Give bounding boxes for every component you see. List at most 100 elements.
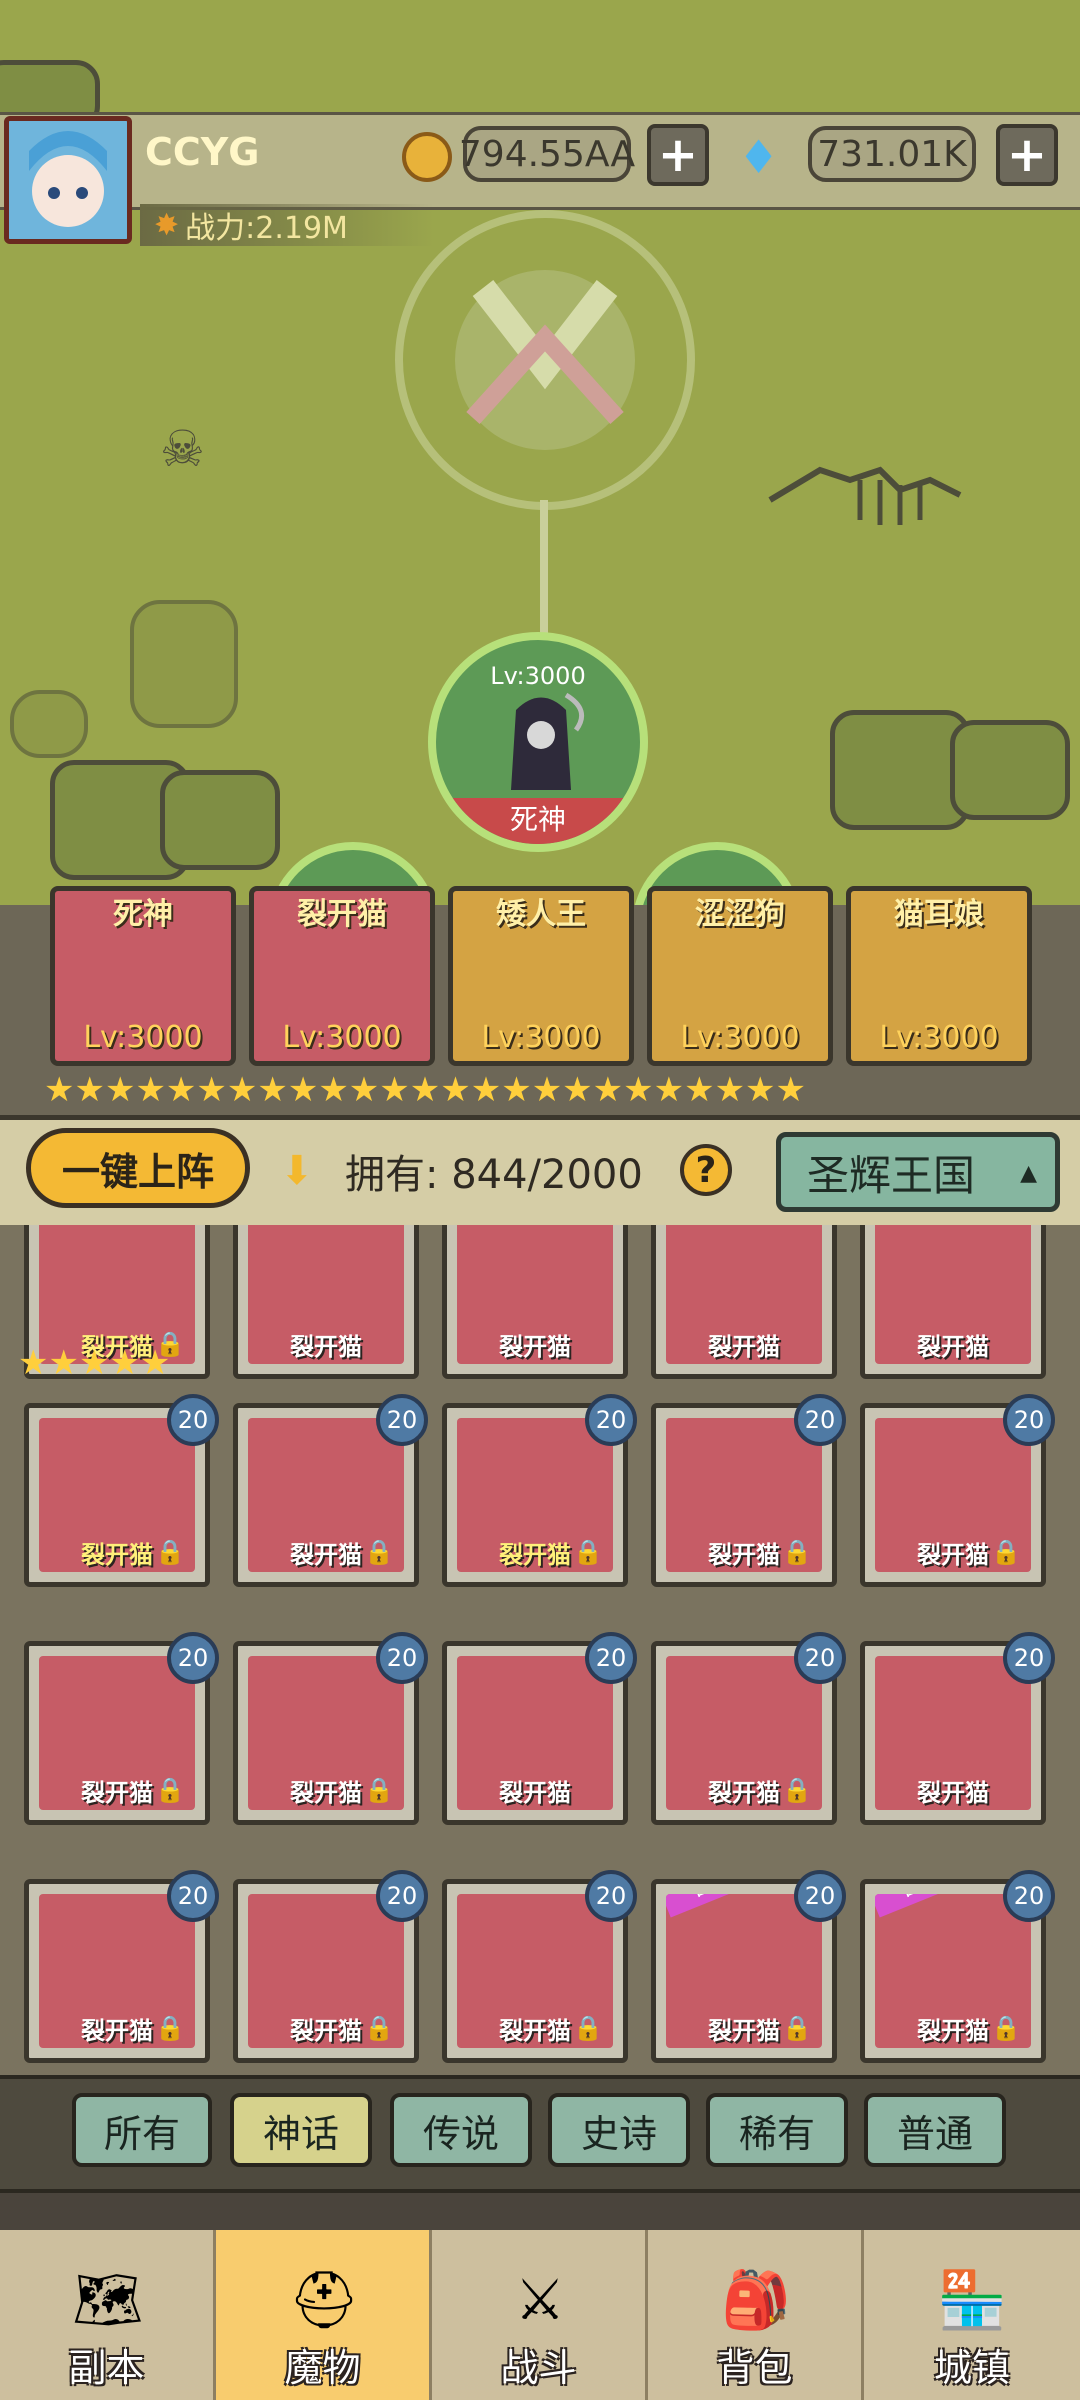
count-badge: 20 [794, 1632, 846, 1684]
add-gold-button[interactable]: + [647, 124, 709, 186]
power-icon: ✸ [154, 207, 180, 243]
filter-tab-epic[interactable]: 史诗 [548, 2093, 690, 2167]
nav-label: 魔物 [284, 2346, 361, 2390]
owned-label: 拥有: [345, 1152, 439, 1198]
monster-card[interactable]: 裂开猫 🔒 20 [860, 1394, 1055, 1587]
count-badge: 20 [167, 1394, 219, 1446]
squad-slot-level: Lv:3000 [481, 1020, 601, 1055]
lock-icon: 🔒 [155, 1776, 185, 1804]
one-key-deploy-button[interactable]: 一键上阵 [26, 1128, 250, 1208]
nav-town[interactable]: 🏪 城镇 [864, 2230, 1080, 2400]
reaper-portrait-icon [496, 690, 586, 800]
gold-coin-icon [402, 132, 452, 182]
card-name: 裂开猫 [708, 1333, 780, 1361]
caret-up-icon: ▲ [1020, 1161, 1037, 1186]
count-badge: 20 [1003, 1870, 1055, 1922]
lock-icon: 🔒 [364, 1776, 394, 1804]
lock-icon: 🔒 [782, 2014, 812, 2042]
owned-count: 拥有: 844/2000 [345, 1142, 643, 1200]
kingdom-select[interactable]: 圣辉王国 ▲ [776, 1132, 1060, 1212]
count-badge: 20 [376, 1870, 428, 1922]
count-badge: 20 [1003, 1394, 1055, 1446]
nav-monsters[interactable]: ⛑ 魔物 [216, 2230, 432, 2400]
lock-icon: 🔒 [573, 2014, 603, 2042]
filter-tab-common[interactable]: 普通 [864, 2093, 1006, 2167]
dragon-skeleton-icon [760, 440, 980, 550]
town-shop-icon: 🏪 [937, 2268, 1007, 2333]
squad-slot-level: Lv:3000 [83, 1020, 203, 1055]
monster-card[interactable]: 裂开猫 🔒 20 [233, 1394, 428, 1587]
backpack-icon: 🎒 [721, 2268, 791, 2333]
crossed-swords-icon: ⚔ [514, 2267, 566, 2333]
filter-tab-rare[interactable]: 稀有 [706, 2093, 848, 2167]
player-avatar[interactable] [4, 116, 132, 244]
boss-level: Lv:3000 [490, 662, 586, 690]
card-name: 裂开猫 [917, 1333, 989, 1361]
add-gems-button[interactable]: + [996, 124, 1058, 186]
card-name: 裂开猫 [499, 1333, 571, 1361]
help-button[interactable]: ? [680, 1144, 732, 1196]
squad-slot-3[interactable]: 矮人王 Lv:3000 [448, 886, 634, 1066]
skull-icon: ☠ [160, 420, 205, 478]
lock-icon: 🔒 [155, 1538, 185, 1566]
monster-card[interactable]: 裂开猫 🔒 20 [24, 1870, 219, 2063]
count-badge: 20 [585, 1394, 637, 1446]
monster-card[interactable]: 裂开猫 20 [442, 1632, 637, 1825]
monster-card[interactable]: 裂开猫 🔒 20 [651, 1632, 846, 1825]
monster-card[interactable]: 裂开猫 🔒 20 [233, 1632, 428, 1825]
lock-icon: 🔒 [991, 1538, 1021, 1566]
lock-icon: 🔒 [155, 2014, 185, 2042]
kingdom-label: 圣辉王国 [807, 1150, 976, 1200]
monster-card[interactable]: 召唤中裂开猫🔒20 [651, 1870, 846, 2063]
squad-slot-level: Lv:3000 [879, 1020, 999, 1055]
nav-backpack[interactable]: 🎒 背包 [648, 2230, 864, 2400]
gem-amount: 731.01K [808, 126, 976, 182]
count-badge: 20 [167, 1632, 219, 1684]
squad-slot-level: Lv:3000 [282, 1020, 402, 1055]
squad-slot-1[interactable]: 死神 Lv:3000 [50, 886, 236, 1066]
monster-card[interactable]: 裂开猫 🔒 20 [442, 1394, 637, 1587]
lock-icon: 🔒 [364, 1538, 394, 1566]
username: CCYG [145, 130, 260, 174]
gold-amount: 794.55AA [459, 126, 635, 182]
squad-slot-4[interactable]: 涩涩狗 Lv:3000 [647, 886, 833, 1066]
filter-tab-all[interactable]: 所有 [72, 2093, 212, 2167]
lock-icon: 🔒 [782, 1776, 812, 1804]
monster-card[interactable]: 裂开猫 [233, 1225, 419, 1379]
map-icon: 🗺 [72, 2268, 144, 2333]
diamond-icon: ♦ [738, 130, 780, 184]
monster-card[interactable]: 裂开猫 🔒 20 [442, 1870, 637, 2063]
monster-card[interactable]: 裂开猫 🔒 20 [24, 1394, 219, 1587]
summoning-ribbon: 召唤中 [875, 1894, 991, 1918]
nav-label: 背包 [716, 2346, 793, 2390]
monster-card[interactable]: 裂开猫 🔒 20 [24, 1632, 219, 1825]
monster-card[interactable]: 裂开猫 [442, 1225, 628, 1379]
monster-grid[interactable]: 裂开猫 🔒 裂开猫 裂开猫 裂开猫 裂开猫 ★★★★★ 裂开猫 🔒 20 裂开猫 🔒 20… [0, 1225, 1080, 2075]
filter-tab-legendary[interactable]: 传说 [390, 2093, 532, 2167]
boss-name: 死神 [436, 798, 640, 844]
card-name: 裂开猫 [290, 1333, 362, 1361]
monster-card[interactable]: 裂开猫 🔒 20 [233, 1870, 428, 2063]
nav-label: 城镇 [933, 2346, 1010, 2390]
squad-slot-level: Lv:3000 [680, 1020, 800, 1055]
monster-card[interactable]: 召唤中裂开猫🔒20 [860, 1870, 1055, 2063]
nav-label: 副本 [68, 2346, 145, 2390]
boss-node[interactable]: Lv:3000 死神 [428, 632, 648, 852]
filter-tab-mythic[interactable]: 神话 [230, 2093, 372, 2167]
squad-slot-5[interactable]: 猫耳娘 Lv:3000 [846, 886, 1032, 1066]
arrow-down-icon: ⬇ [280, 1148, 314, 1194]
monster-card[interactable]: 裂开猫 20 [860, 1632, 1055, 1825]
nav-dungeon[interactable]: 🗺 副本 [0, 2230, 216, 2400]
monster-card[interactable]: 裂开猫 [651, 1225, 837, 1379]
monster-card[interactable]: 裂开猫 [860, 1225, 1046, 1379]
card-name: 裂开猫 [499, 1779, 571, 1807]
lock-icon: 🔒 [991, 2014, 1021, 2042]
nav-battle[interactable]: ⚔ 战斗 [432, 2230, 648, 2400]
squad-slot-2[interactable]: 裂开猫 Lv:3000 [249, 886, 435, 1066]
count-badge: 20 [794, 1394, 846, 1446]
count-badge: 20 [376, 1394, 428, 1446]
monster-card[interactable]: 裂开猫 🔒 20 [651, 1394, 846, 1587]
lock-icon: 🔒 [782, 1538, 812, 1566]
squad-slot-name: 死神 [113, 897, 173, 932]
monster-helmet-icon: ⛑ [288, 2268, 360, 2333]
